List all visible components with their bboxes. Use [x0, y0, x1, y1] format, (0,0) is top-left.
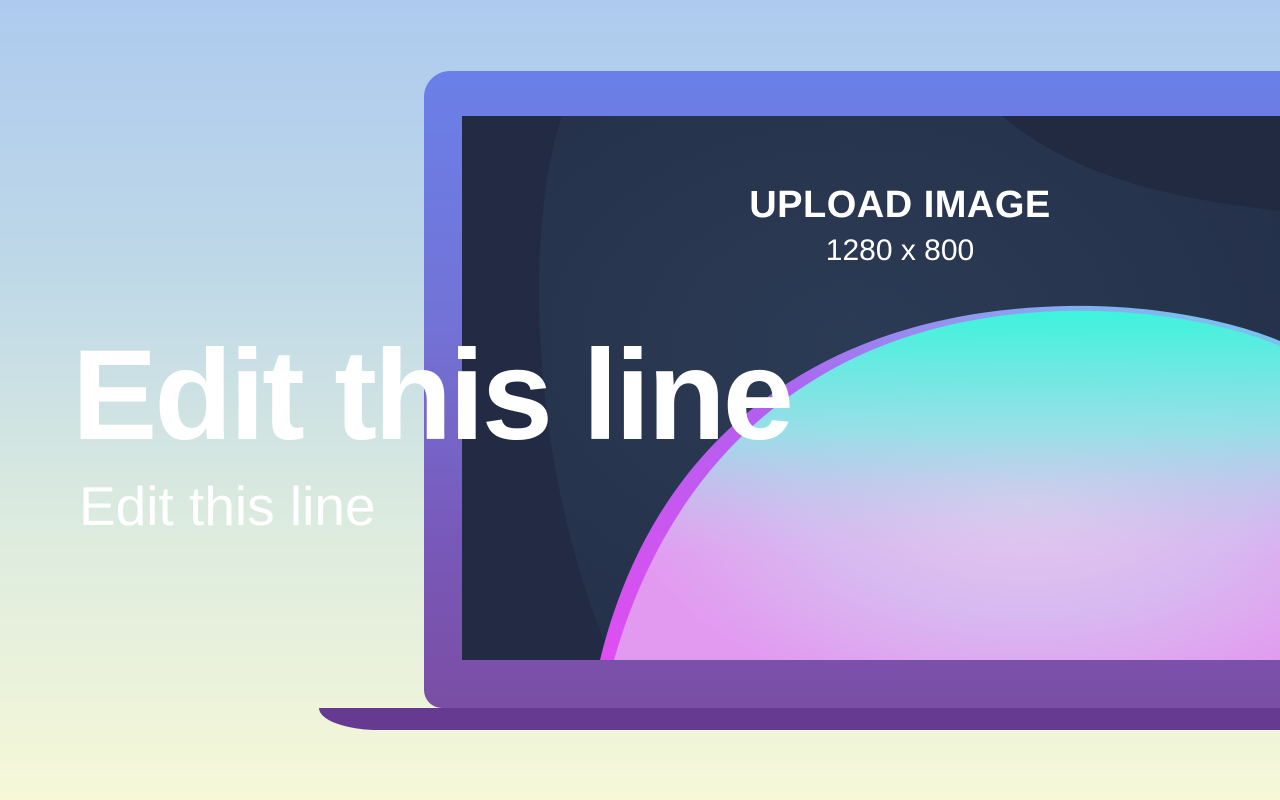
upload-image-label[interactable]: UPLOAD IMAGE	[740, 184, 1060, 227]
laptop-base	[319, 708, 1280, 730]
hero-headline[interactable]: Edit this line	[72, 325, 794, 467]
hero-subline[interactable]: Edit this line	[79, 476, 376, 537]
upload-image-size: 1280 x 800	[825, 234, 975, 267]
